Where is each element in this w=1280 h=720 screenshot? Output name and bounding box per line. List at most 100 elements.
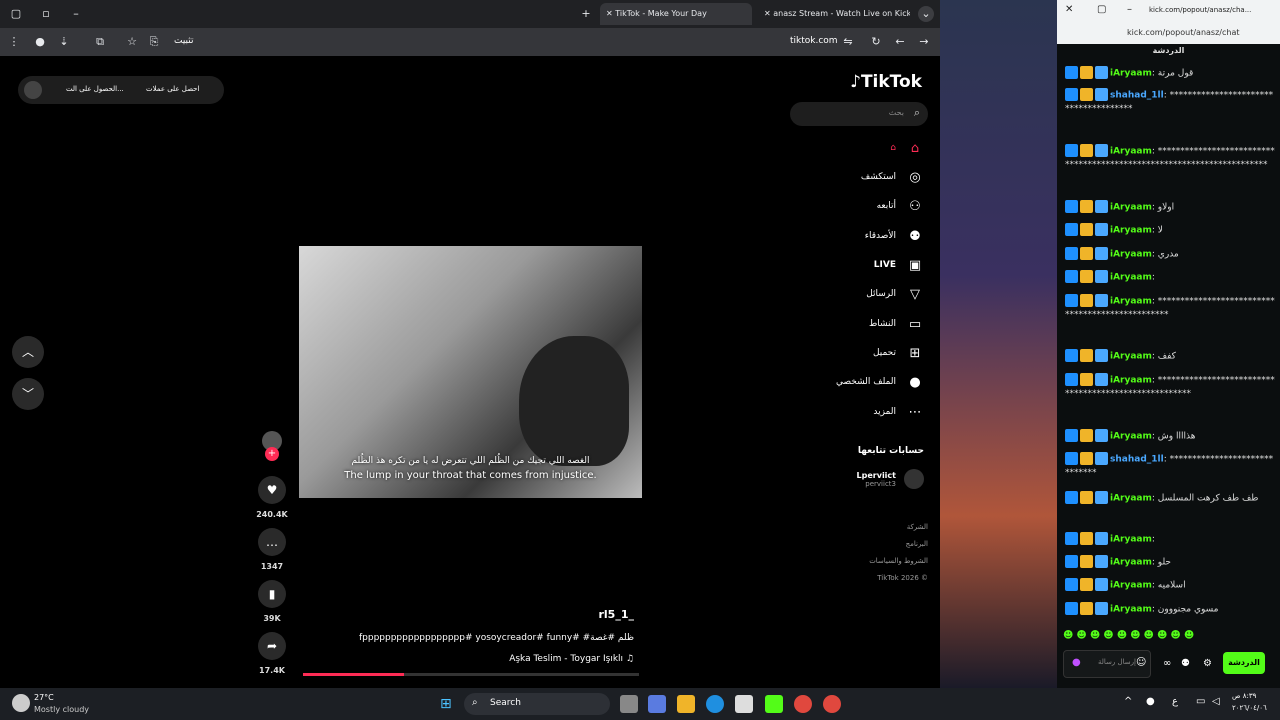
chat-username[interactable]: iAryaam bbox=[1110, 558, 1152, 568]
video-music[interactable]: Aşka Teslim - Toygar Işıklı ♫ bbox=[300, 654, 634, 664]
weather-desc[interactable]: Mostly cloudy bbox=[34, 705, 89, 714]
follow-plus-icon[interactable]: + bbox=[265, 447, 279, 461]
sub-badge-icon[interactable] bbox=[1095, 602, 1108, 615]
volume-icon[interactable]: ◁ bbox=[1212, 696, 1220, 707]
vip-badge-icon[interactable] bbox=[1065, 294, 1078, 307]
weather-temp[interactable]: 27°C bbox=[34, 693, 54, 702]
sub-badge-icon[interactable] bbox=[1095, 532, 1108, 545]
sub-badge-icon[interactable] bbox=[1095, 578, 1108, 591]
clock-date[interactable]: ٢٠٢٦/٠٤/٠٦ bbox=[1232, 704, 1267, 712]
sub-badge-icon[interactable] bbox=[1095, 88, 1108, 101]
group-icon[interactable]: ⚉ bbox=[1181, 658, 1190, 669]
vip-badge-icon[interactable] bbox=[1065, 88, 1078, 101]
restore-icon[interactable]: ▫ bbox=[38, 6, 54, 22]
crown-badge-icon[interactable] bbox=[1080, 532, 1093, 545]
sub-badge-icon[interactable] bbox=[1095, 491, 1108, 504]
chat-username[interactable]: iAryaam bbox=[1110, 432, 1152, 442]
site-settings-icon[interactable]: ⇋ bbox=[840, 34, 856, 50]
menu-dots-icon[interactable]: ⋮ bbox=[6, 34, 22, 50]
nav-messages[interactable]: الرسائل ▽ bbox=[866, 282, 924, 306]
downloads-icon[interactable]: ⇣ bbox=[56, 34, 72, 50]
sub-badge-icon[interactable] bbox=[1095, 373, 1108, 386]
sub-badge-icon[interactable] bbox=[1095, 144, 1108, 157]
search-input[interactable]: بحث ⌕ bbox=[790, 102, 928, 126]
emoji-icon[interactable]: ☺ bbox=[1136, 657, 1146, 668]
chevron-up-icon[interactable]: ^ bbox=[1124, 696, 1132, 707]
scroll-down-button[interactable]: ﹀ bbox=[12, 378, 44, 410]
close-icon[interactable]: ✕ bbox=[606, 9, 615, 18]
crown-badge-icon[interactable] bbox=[1080, 555, 1093, 568]
chat-input[interactable]: إرسال رسالة ☺ ● bbox=[1063, 650, 1151, 678]
video-author[interactable]: rl5_1_ bbox=[300, 608, 634, 621]
taskbar-search[interactable]: ⌕ Search bbox=[464, 693, 610, 715]
vip-badge-icon[interactable] bbox=[1065, 373, 1078, 386]
share-icon[interactable]: ⎘ bbox=[146, 34, 162, 50]
crown-badge-icon[interactable] bbox=[1080, 223, 1093, 236]
sub-badge-icon[interactable] bbox=[1095, 429, 1108, 442]
forward-icon[interactable]: → bbox=[916, 34, 932, 50]
minimize-icon[interactable]: – bbox=[1127, 4, 1132, 15]
vip-badge-icon[interactable] bbox=[1065, 66, 1078, 79]
nav-profile[interactable]: الملف الشخصي ● bbox=[836, 370, 924, 394]
vip-badge-icon[interactable] bbox=[1065, 578, 1078, 591]
chevron-down-icon[interactable]: ⌄ bbox=[918, 6, 934, 22]
chat-username[interactable]: iAryaam bbox=[1110, 605, 1152, 615]
sub-badge-icon[interactable] bbox=[1095, 452, 1108, 465]
tab-kick[interactable]: ✕ anasz Stream - Watch Live on Kick bbox=[758, 3, 910, 25]
vip-badge-icon[interactable] bbox=[1065, 555, 1078, 568]
chat-username[interactable]: iAryaam bbox=[1110, 376, 1152, 386]
vip-badge-icon[interactable] bbox=[1065, 270, 1078, 283]
chat-username[interactable]: iAryaam bbox=[1110, 147, 1152, 157]
nav-more[interactable]: المزيد ⋯ bbox=[873, 400, 924, 424]
crown-badge-icon[interactable] bbox=[1080, 452, 1093, 465]
file-explorer-icon[interactable] bbox=[677, 695, 695, 713]
get-app-link[interactable]: الحصول على الت... bbox=[66, 85, 124, 93]
share-button[interactable]: ➦ bbox=[258, 632, 286, 660]
nav-following[interactable]: أتابعه ⚇ bbox=[877, 194, 924, 218]
nav-live[interactable]: LIVE ▣ bbox=[874, 253, 924, 277]
popout-address[interactable]: kick.com/popout/anasz/chat bbox=[1127, 28, 1240, 37]
reload-icon[interactable]: ↻ bbox=[868, 34, 884, 50]
chat-username[interactable]: iAryaam bbox=[1110, 226, 1152, 236]
progress-bar[interactable] bbox=[303, 673, 639, 676]
crown-badge-icon[interactable] bbox=[1080, 200, 1093, 213]
sub-badge-icon[interactable] bbox=[1095, 200, 1108, 213]
edge-icon[interactable] bbox=[706, 695, 724, 713]
language-icon[interactable]: ع bbox=[1172, 696, 1178, 707]
sub-badge-icon[interactable] bbox=[1095, 349, 1108, 362]
vip-badge-icon[interactable] bbox=[1065, 491, 1078, 504]
nav-activity[interactable]: النشاط ▭ bbox=[869, 312, 924, 336]
network-icon[interactable]: ▭ bbox=[1196, 696, 1205, 707]
chrome-icon[interactable] bbox=[794, 695, 812, 713]
search-icon[interactable]: ⌕ bbox=[914, 106, 920, 120]
sub-badge-icon[interactable] bbox=[1095, 294, 1108, 307]
new-tab-icon[interactable]: + bbox=[578, 6, 594, 22]
avatar[interactable] bbox=[24, 81, 42, 99]
like-button[interactable]: ♥ bbox=[258, 476, 286, 504]
kick-app-icon[interactable] bbox=[765, 695, 783, 713]
nav-home[interactable]: ⌂ ⌂ bbox=[880, 136, 924, 160]
crown-badge-icon[interactable] bbox=[1080, 144, 1093, 157]
vip-badge-icon[interactable] bbox=[1065, 349, 1078, 362]
vip-badge-icon[interactable] bbox=[1065, 223, 1078, 236]
get-coins-link[interactable]: احصل على عملات bbox=[146, 85, 199, 93]
crown-badge-icon[interactable] bbox=[1080, 66, 1093, 79]
chat-username[interactable]: iAryaam bbox=[1110, 297, 1152, 307]
tab-tiktok[interactable]: ✕ TikTok - Make Your Day bbox=[600, 3, 752, 25]
nav-explore[interactable]: استكشف ◎ bbox=[861, 165, 924, 189]
sub-badge-icon[interactable] bbox=[1095, 66, 1108, 79]
crown-badge-icon[interactable] bbox=[1080, 294, 1093, 307]
crown-badge-icon[interactable] bbox=[1080, 491, 1093, 504]
vip-badge-icon[interactable] bbox=[1065, 200, 1078, 213]
install-button[interactable]: تثبيت bbox=[174, 36, 194, 46]
copilot-icon[interactable] bbox=[648, 695, 666, 713]
maximize-icon[interactable]: ▢ bbox=[1097, 4, 1106, 15]
chrome-icon[interactable] bbox=[823, 695, 841, 713]
nav-friends[interactable]: الأصدقاء ⚉ bbox=[865, 224, 924, 248]
chat-username[interactable]: iAryaam bbox=[1110, 69, 1152, 79]
footer-link-program[interactable]: البرنامج bbox=[869, 536, 928, 553]
back-icon[interactable]: ← bbox=[892, 34, 908, 50]
minimize-icon[interactable]: – bbox=[68, 6, 84, 22]
chat-username[interactable]: iAryaam bbox=[1110, 494, 1152, 504]
crown-badge-icon[interactable] bbox=[1080, 270, 1093, 283]
